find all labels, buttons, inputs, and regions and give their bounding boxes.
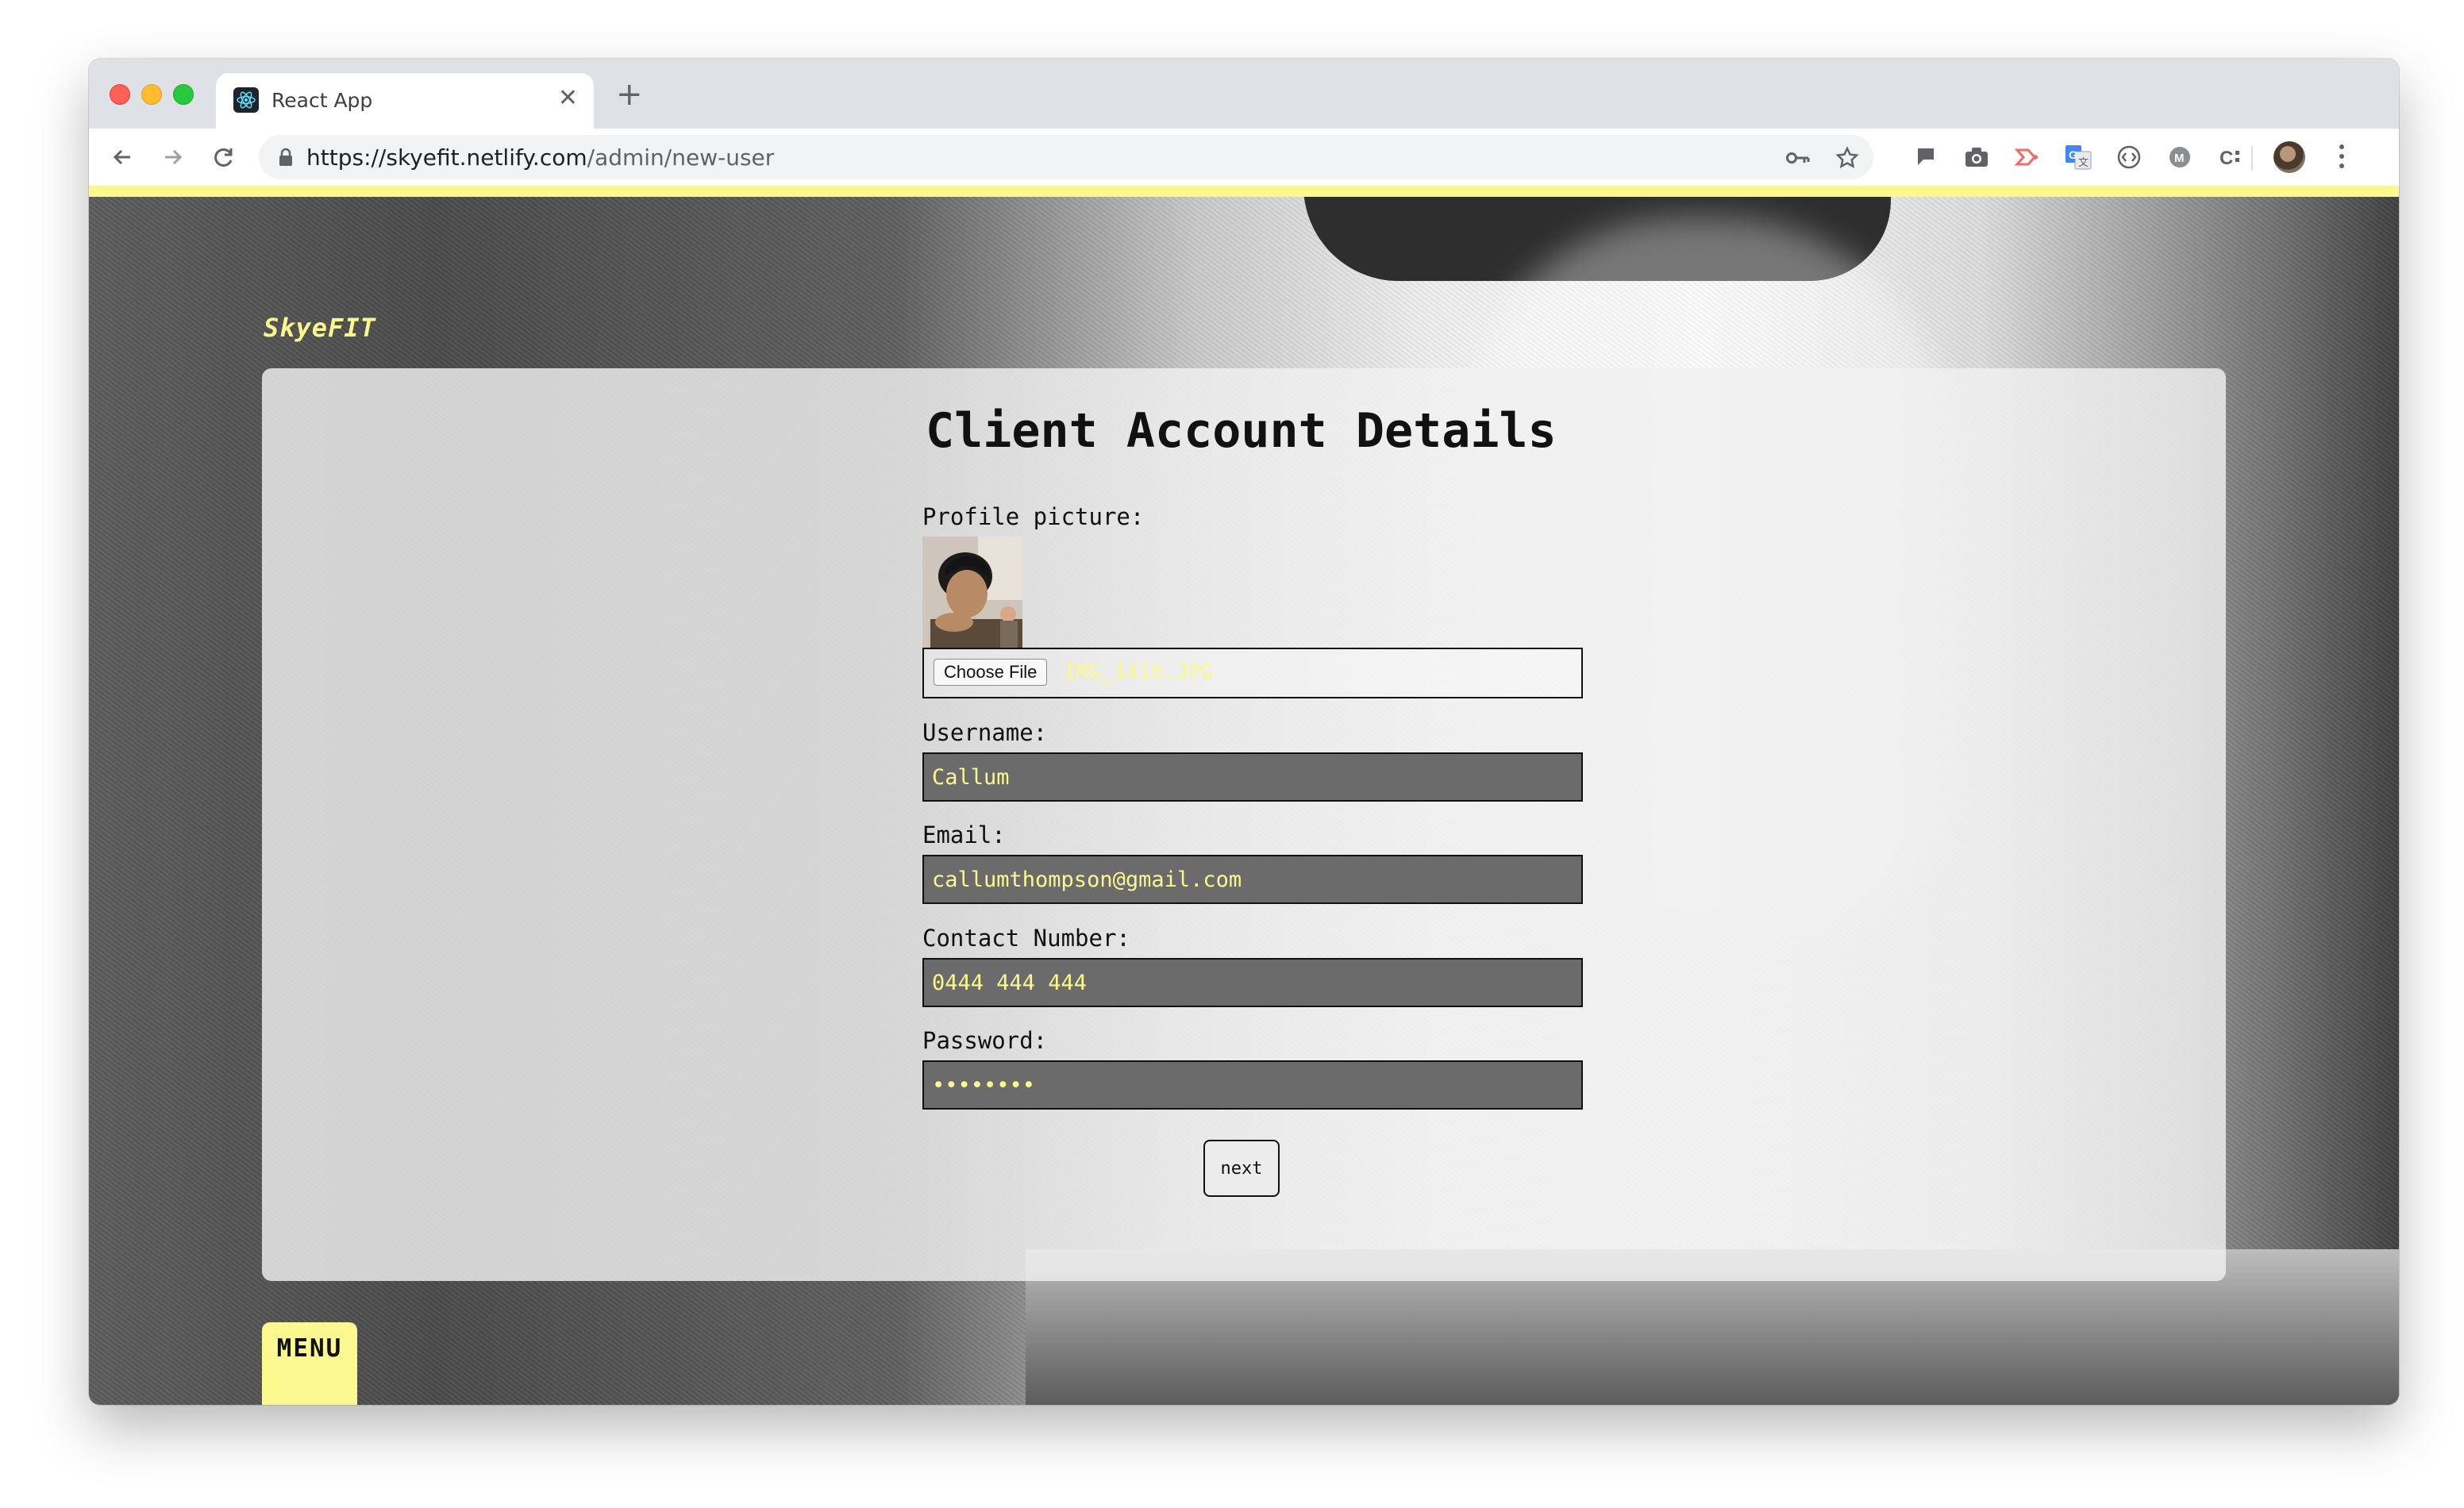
translate-extension-icon[interactable]: G文 [2064,143,2092,171]
lock-icon [278,148,294,171]
password-label: Password: [922,1027,1048,1054]
next-button[interactable]: next [1203,1140,1280,1197]
dev-extension-icon[interactable] [2115,143,2143,171]
page-title: Client Account Details [926,403,1557,459]
toolbar-divider [2251,146,2253,170]
form-card: Client Account Details Profile picture: [262,368,2226,1281]
svg-text:M: M [2174,152,2185,165]
flag-extension-icon[interactable] [1912,143,1940,171]
address-bar[interactable]: https://skyefit.netlify.com/admin/new-us… [259,135,1873,179]
browser-toolbar: https://skyefit.netlify.com/admin/new-us… [89,129,2399,186]
email-input[interactable] [924,856,1581,902]
svg-text:C: C [2220,148,2233,169]
brand-logo[interactable]: SkyeFIT [264,313,376,343]
m-extension-icon[interactable]: M [2166,143,2194,171]
screencast-extension-icon[interactable] [2013,143,2042,171]
contact-number-label: Contact Number: [922,925,1130,952]
menu-button[interactable]: MENU [262,1322,357,1405]
forward-icon[interactable] [154,138,192,176]
username-label: Username: [922,719,1048,746]
close-window-button[interactable] [110,84,130,105]
reload-icon[interactable] [205,138,243,176]
profile-avatar[interactable] [2273,141,2305,173]
email-field[interactable] [922,855,1583,904]
tab-title: React App [271,89,373,112]
key-icon[interactable] [1784,144,1811,171]
tab-strip: React App ✕ + [89,59,2399,129]
contact-number-input[interactable] [924,960,1581,1006]
c-extension-icon[interactable]: C [2216,143,2245,171]
email-label: Email: [922,821,1006,848]
camera-extension-icon[interactable] [1962,143,1991,171]
react-icon [233,87,259,113]
browser-menu-icon[interactable] [2334,140,2350,175]
browser-tab[interactable]: React App ✕ [216,73,594,129]
selected-file-name: IMG_1416.JPG [1064,660,1213,684]
tab-close-icon[interactable]: ✕ [558,84,578,112]
password-input[interactable] [924,1062,1581,1108]
minimize-window-button[interactable] [141,84,162,105]
accent-stripe [89,186,2399,197]
password-field[interactable] [922,1060,1583,1110]
profile-picture-label: Profile picture: [922,503,1145,530]
page-viewport: SkyeFIT Client Account Details Profile p… [89,186,2399,1405]
username-input[interactable] [924,754,1581,800]
back-icon[interactable] [103,138,141,176]
star-icon[interactable] [1834,144,1861,171]
browser-window: React App ✕ + https://skyefit.netlify.co… [89,59,2399,1405]
profile-picture-preview [922,537,1022,648]
choose-file-button[interactable]: Choose File [934,659,1048,686]
url-text: https://skyefit.netlify.com/admin/new-us… [306,144,775,171]
contact-number-field[interactable] [922,958,1583,1007]
maximize-window-button[interactable] [173,84,194,105]
svg-text:文: 文 [2078,157,2089,169]
new-tab-icon[interactable]: + [616,76,643,113]
username-field[interactable] [922,752,1583,802]
file-upload-field: Choose File IMG_1416.JPG [922,648,1583,698]
svg-text:G: G [2069,148,2077,161]
